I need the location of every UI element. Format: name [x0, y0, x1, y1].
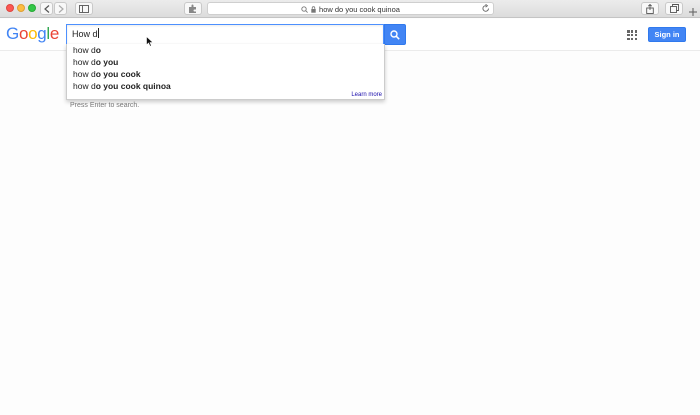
minimize-window-button[interactable]	[17, 4, 25, 12]
learn-more-link[interactable]: Learn more	[351, 92, 382, 98]
new-tab-icon	[689, 8, 697, 16]
suggestion-prefix: how d	[73, 45, 96, 55]
logo-letter: o	[28, 24, 38, 43]
sidebar-button[interactable]	[75, 2, 93, 15]
sign-in-button[interactable]: Sign in	[648, 27, 686, 42]
suggestion-completion: o you cook quinoa	[95, 81, 171, 91]
extension-button[interactable]	[184, 2, 202, 15]
text-caret	[97, 28, 99, 38]
back-icon	[43, 4, 49, 13]
address-text: how do you cook quinoa	[319, 4, 400, 14]
close-window-button[interactable]	[6, 4, 14, 12]
forward-icon	[58, 4, 64, 13]
suggestion-completion: o	[95, 45, 101, 55]
suggestion-prefix: how d	[73, 69, 96, 79]
suggestion-completion: o you	[95, 57, 119, 67]
sidebar-icon	[79, 4, 89, 13]
mouse-pointer-icon	[146, 36, 154, 47]
share-icon	[646, 3, 654, 14]
google-logo[interactable]: Google	[6, 24, 59, 44]
autocomplete-dropdown: how do how do you how do you cook how do…	[66, 44, 385, 100]
tabs-button[interactable]	[665, 2, 683, 15]
address-bar[interactable]: how do you cook quinoa	[207, 2, 494, 15]
logo-letter: e	[49, 24, 60, 43]
suggestion-item[interactable]: how do you cook	[73, 69, 141, 79]
reload-icon[interactable]	[482, 4, 490, 13]
suggestion-completion: o you cook	[95, 69, 141, 79]
search-button[interactable]	[384, 24, 406, 45]
zoom-window-button[interactable]	[28, 4, 36, 12]
forward-button[interactable]	[54, 2, 67, 15]
suggestion-prefix: how d	[73, 57, 96, 67]
browser-toolbar: how do you cook quinoa	[0, 0, 700, 18]
share-button[interactable]	[641, 2, 659, 15]
suggestion-item[interactable]: how do you cook quinoa	[73, 81, 171, 91]
press-enter-hint: Press Enter to search.	[70, 102, 140, 109]
new-tab-button[interactable]	[688, 4, 700, 18]
logo-letter: G	[6, 24, 19, 43]
suggestion-item[interactable]: how do you	[73, 57, 118, 67]
suggestion-prefix: how d	[73, 81, 96, 91]
search-input[interactable]: How d	[66, 24, 384, 45]
search-query-text: How d	[72, 29, 98, 39]
lock-icon	[311, 5, 316, 13]
suggestion-item[interactable]: how do	[73, 45, 101, 55]
search-icon	[390, 29, 400, 40]
search-icon	[301, 5, 308, 13]
apps-grid-icon[interactable]	[627, 30, 638, 41]
tabs-icon	[669, 4, 679, 13]
back-button[interactable]	[40, 2, 53, 15]
logo-letter: o	[18, 24, 29, 43]
extension-icon	[189, 4, 196, 13]
page: { "browser": { "address_text": "how do y…	[0, 0, 700, 415]
